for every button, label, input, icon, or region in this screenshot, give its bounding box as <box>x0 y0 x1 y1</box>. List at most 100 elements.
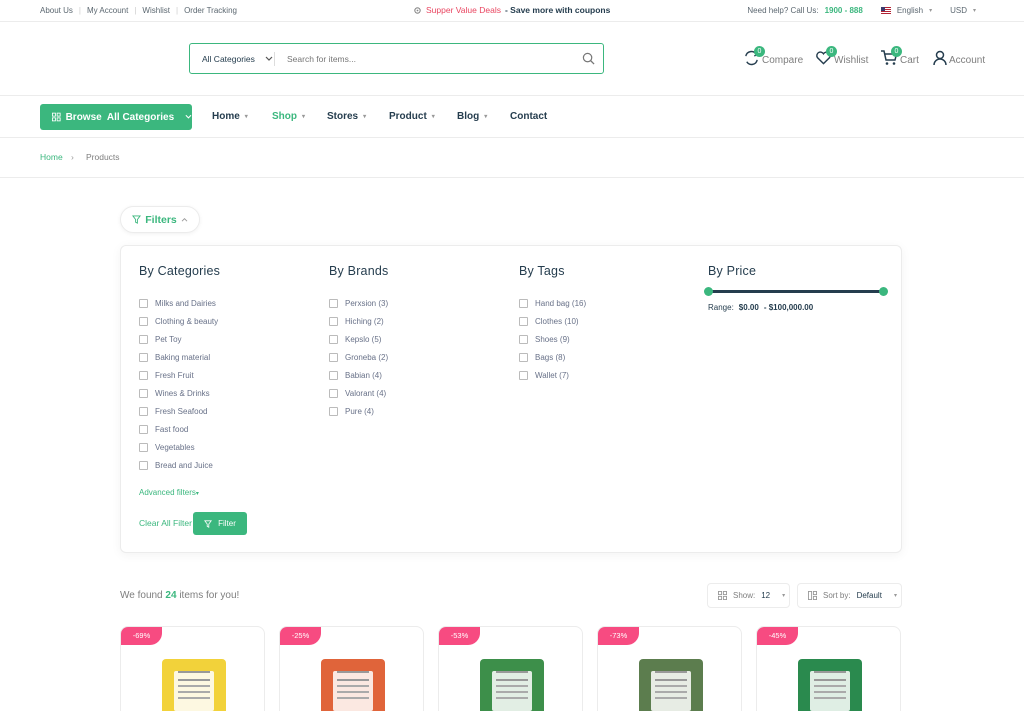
tag-checkbox[interactable] <box>519 352 528 362</box>
category-checkbox[interactable] <box>139 370 148 380</box>
top-links: About Us | My Account | Wishlist | Order… <box>40 6 237 15</box>
nav-stores[interactable]: Stores ▾ <box>327 111 366 122</box>
sort-by-select[interactable]: Sort by: Default ▾ <box>797 583 902 608</box>
nav-shop[interactable]: Shop ▾ <box>272 111 305 122</box>
nav-blog-label: Blog <box>457 111 480 122</box>
brand-option-label: Groneba (2) <box>345 352 389 362</box>
category-option-label: Clothing & beauty <box>155 316 219 326</box>
compare-button[interactable]: 0 Compare <box>743 46 803 66</box>
product-image[interactable] <box>321 659 385 711</box>
tag-option[interactable]: Wallet (7) <box>519 366 586 384</box>
category-option[interactable]: Pet Toy <box>139 330 220 348</box>
category-option[interactable]: Fresh Seafood <box>139 402 220 420</box>
product-image[interactable] <box>639 659 703 711</box>
brand-checkbox[interactable] <box>329 406 338 416</box>
category-option[interactable]: Fresh Fruit <box>139 366 220 384</box>
search-input[interactable] <box>275 53 573 64</box>
chevron-down-icon: ▾ <box>195 491 199 497</box>
brand-option[interactable]: Valorant (4) <box>329 384 388 402</box>
category-checkbox[interactable] <box>139 424 148 434</box>
category-checkbox[interactable] <box>139 442 148 452</box>
product-card[interactable]: -53% <box>438 626 583 711</box>
brand-option[interactable]: Babian (4) <box>329 366 388 384</box>
promo-highlight[interactable]: Supper Value Deals <box>426 5 501 15</box>
language-selector[interactable]: English <box>897 6 923 15</box>
nav-product[interactable]: Product ▾ <box>389 111 435 122</box>
tag-option[interactable]: Bags (8) <box>519 348 586 366</box>
category-option[interactable]: Baking material <box>139 348 220 366</box>
tag-checkbox[interactable] <box>519 298 528 308</box>
product-image[interactable] <box>480 659 544 711</box>
product-card[interactable]: -45% <box>756 626 901 711</box>
brand-checkbox[interactable] <box>329 334 338 344</box>
discount-badge: -25% <box>280 627 321 645</box>
apply-filter-button[interactable]: Filter <box>193 512 247 535</box>
cart-button[interactable]: 0 Cart <box>880 46 919 66</box>
brand-checkbox[interactable] <box>329 388 338 398</box>
category-checkbox[interactable] <box>139 352 148 362</box>
category-checkbox[interactable] <box>139 334 148 344</box>
tag-option-label: Wallet (7) <box>535 370 569 380</box>
category-option[interactable]: Clothing & beauty <box>139 312 220 330</box>
sort-value: Default <box>856 591 882 600</box>
search-icon[interactable] <box>573 52 603 65</box>
currency-selector[interactable]: USD <box>950 6 967 15</box>
promo-banner: Supper Value Deals - Save more with coup… <box>413 5 610 15</box>
product-card[interactable]: -73% <box>597 626 742 711</box>
my-account-link[interactable]: My Account <box>87 6 128 15</box>
category-select[interactable]: All Categories <box>190 54 274 64</box>
category-option[interactable]: Fast food <box>139 420 220 438</box>
nav-contact-label: Contact <box>510 111 548 122</box>
brand-option[interactable]: Hiching (2) <box>329 312 388 330</box>
order-tracking-link[interactable]: Order Tracking <box>184 6 237 15</box>
brand-checkbox[interactable] <box>329 352 338 362</box>
nav-home[interactable]: Home ▾ <box>212 111 248 122</box>
nav-blog[interactable]: Blog ▾ <box>457 111 487 122</box>
tag-option[interactable]: Hand bag (16) <box>519 294 586 312</box>
brand-option[interactable]: Perxsion (3) <box>329 294 388 312</box>
product-image[interactable] <box>798 659 862 711</box>
brand-option[interactable]: Kepslo (5) <box>329 330 388 348</box>
price-max-handle[interactable] <box>879 287 888 296</box>
tag-option[interactable]: Clothes (10) <box>519 312 586 330</box>
brand-option-label: Pure (4) <box>345 406 374 416</box>
tag-checkbox[interactable] <box>519 334 528 344</box>
account-button[interactable]: Account <box>933 50 985 66</box>
brand-option[interactable]: Groneba (2) <box>329 348 388 366</box>
category-option[interactable]: Wines & Drinks <box>139 384 220 402</box>
category-option[interactable]: Vegetables <box>139 438 220 456</box>
tag-checkbox[interactable] <box>519 316 528 326</box>
about-us-link[interactable]: About Us <box>40 6 73 15</box>
breadcrumb-home[interactable]: Home <box>40 152 63 162</box>
product-image[interactable] <box>162 659 226 711</box>
browse-categories-button[interactable]: Browse All Categories <box>40 104 192 130</box>
price-min-handle[interactable] <box>704 287 713 296</box>
category-option[interactable]: Milks and Dairies <box>139 294 220 312</box>
clear-all-filter-link[interactable]: Clear All Filter <box>139 518 192 528</box>
brand-option[interactable]: Pure (4) <box>329 402 388 420</box>
price-range-slider[interactable] <box>704 287 888 296</box>
tag-option[interactable]: Shoes (9) <box>519 330 586 348</box>
logo[interactable] <box>40 28 160 88</box>
advanced-filters-link[interactable]: Advanced filters▾ <box>139 488 199 497</box>
tag-checkbox[interactable] <box>519 370 528 380</box>
grid-icon <box>718 591 727 600</box>
wishlist-link[interactable]: Wishlist <box>142 6 170 15</box>
category-checkbox[interactable] <box>139 406 148 416</box>
us-flag-icon <box>880 7 891 14</box>
show-count-select[interactable]: Show: 12 ▾ <box>707 583 790 608</box>
category-checkbox[interactable] <box>139 388 148 398</box>
wishlist-button[interactable]: 0 Wishlist <box>815 46 868 66</box>
category-checkbox[interactable] <box>139 316 148 326</box>
brand-checkbox[interactable] <box>329 298 338 308</box>
category-checkbox[interactable] <box>139 460 148 470</box>
brand-checkbox[interactable] <box>329 316 338 326</box>
nav-contact[interactable]: Contact <box>510 111 547 122</box>
category-checkbox[interactable] <box>139 298 148 308</box>
brand-checkbox[interactable] <box>329 370 338 380</box>
category-option[interactable]: Bread and Juice <box>139 456 220 474</box>
filters-toggle-button[interactable]: Filters <box>120 206 200 233</box>
product-card[interactable]: -25% <box>279 626 424 711</box>
discount-badge: -73% <box>598 627 639 645</box>
product-card[interactable]: -69% <box>120 626 265 711</box>
